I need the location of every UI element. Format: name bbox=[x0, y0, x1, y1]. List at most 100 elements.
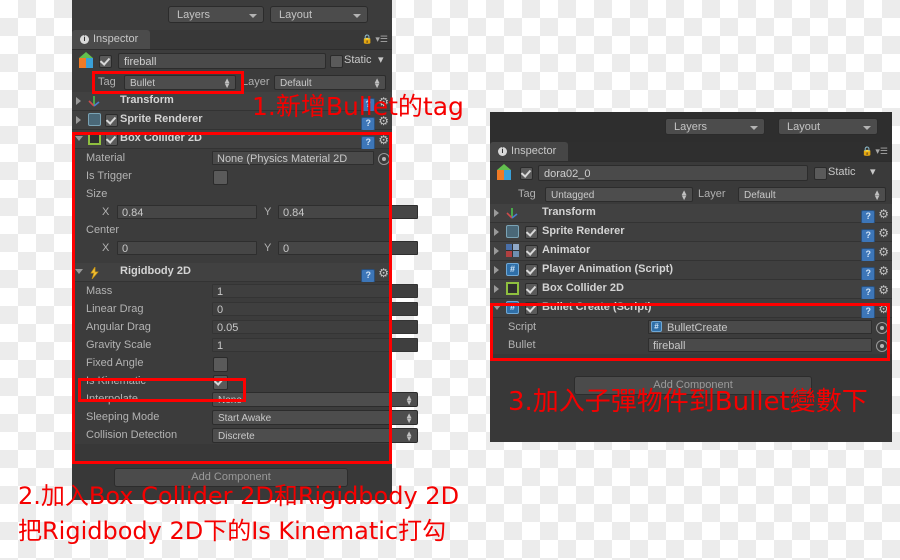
right-object-name-field[interactable]: dora02_0 bbox=[538, 165, 808, 181]
help-icon[interactable]: ? bbox=[861, 248, 876, 262]
box-collider-enabled-checkbox[interactable] bbox=[525, 283, 538, 296]
size-y-field[interactable]: 0.84 bbox=[278, 205, 418, 219]
chevron-down-icon[interactable]: ▾ bbox=[870, 165, 876, 178]
sprite-renderer-enabled-checkbox[interactable] bbox=[105, 114, 118, 127]
script-icon: # bbox=[651, 321, 662, 332]
object-picker-icon[interactable] bbox=[876, 322, 888, 334]
help-icon[interactable]: ? bbox=[361, 136, 376, 150]
center-x-field[interactable]: 0 bbox=[117, 241, 257, 255]
component-icons[interactable]: ? ⚙ bbox=[361, 132, 389, 150]
transform-axis-icon bbox=[88, 94, 101, 107]
component-icons[interactable]: ? ⚙ bbox=[861, 263, 889, 281]
updown-icon: ▲ ▼ bbox=[223, 76, 231, 90]
component-icons[interactable]: ? ⚙ bbox=[861, 206, 889, 224]
foldout-arrow-icon[interactable] bbox=[76, 116, 81, 124]
help-icon[interactable]: ? bbox=[861, 210, 876, 224]
foldout-arrow-icon[interactable] bbox=[493, 305, 501, 310]
object-picker-icon[interactable] bbox=[378, 153, 390, 165]
component-header-sprite-renderer[interactable]: Sprite Renderer ? ⚙ bbox=[490, 223, 892, 243]
component-header-bullet-create-script[interactable]: # Bullet Create (Script) ? ⚙ bbox=[490, 299, 892, 319]
interpolate-dropdown[interactable]: None ▲ ▼ bbox=[212, 392, 418, 407]
is-trigger-checkbox[interactable] bbox=[213, 170, 228, 185]
mass-field[interactable]: 1 bbox=[212, 284, 418, 298]
gear-icon[interactable]: ⚙ bbox=[878, 227, 889, 239]
gear-icon[interactable]: ⚙ bbox=[878, 303, 889, 315]
left-layout-dropdown[interactable]: Layout bbox=[270, 6, 368, 23]
chevron-down-icon[interactable]: ▾ bbox=[378, 53, 384, 66]
fixed-angle-checkbox[interactable] bbox=[213, 357, 228, 372]
gear-icon[interactable]: ⚙ bbox=[878, 208, 889, 220]
left-layers-dropdown[interactable]: Layers bbox=[168, 6, 264, 23]
prop-label: Mass bbox=[86, 285, 113, 297]
left-tag-dropdown[interactable]: Bullet ▲ ▼ bbox=[124, 75, 236, 90]
right-toolbar: Layers Layout bbox=[490, 112, 892, 142]
right-layer-dropdown[interactable]: Default ▲ ▼ bbox=[738, 187, 886, 202]
foldout-arrow-icon[interactable] bbox=[76, 97, 81, 105]
sprite-renderer-icon bbox=[88, 113, 101, 126]
tab-inspector[interactable]: i Inspector bbox=[490, 142, 569, 161]
collision-detection-dropdown[interactable]: Discrete ▲ ▼ bbox=[212, 428, 418, 443]
is-kinematic-checkbox[interactable] bbox=[213, 375, 228, 390]
gear-icon[interactable]: ⚙ bbox=[878, 284, 889, 296]
gear-icon[interactable]: ⚙ bbox=[878, 265, 889, 277]
prop-row-collision-detection: Collision Detection Discrete ▲ ▼ bbox=[72, 426, 418, 444]
gear-icon[interactable]: ⚙ bbox=[378, 134, 389, 146]
help-icon[interactable]: ? bbox=[861, 286, 876, 300]
component-name-label: Player Animation (Script) bbox=[542, 263, 674, 275]
component-name-label: Transform bbox=[120, 94, 174, 106]
foldout-arrow-icon[interactable] bbox=[494, 285, 499, 293]
sleeping-mode-dropdown[interactable]: Start Awake ▲ ▼ bbox=[212, 410, 418, 425]
component-header-animator[interactable]: Animator ? ⚙ bbox=[490, 242, 892, 262]
left-lock-menu[interactable]: 🔒 ▾☰ bbox=[362, 34, 388, 45]
animator-enabled-checkbox[interactable] bbox=[525, 245, 538, 258]
right-static-checkbox[interactable] bbox=[814, 167, 827, 180]
size-x-field[interactable]: 0.84 bbox=[117, 205, 257, 219]
material-object-field[interactable]: None (Physics Material 2D bbox=[212, 151, 374, 165]
foldout-arrow-icon[interactable] bbox=[75, 136, 83, 141]
script-object-field[interactable]: BulletCreate bbox=[648, 320, 872, 334]
angular-drag-field[interactable]: 0.05 bbox=[212, 320, 418, 334]
left-object-name-row: fireball Static ▾ bbox=[72, 50, 392, 73]
component-header-transform[interactable]: Transform ? ⚙ bbox=[490, 204, 892, 224]
right-layout-dropdown[interactable]: Layout bbox=[778, 118, 878, 135]
component-icons[interactable]: ? ⚙ bbox=[861, 282, 889, 300]
component-icons[interactable]: ? ⚙ bbox=[861, 225, 889, 243]
gear-icon[interactable]: ⚙ bbox=[878, 246, 889, 258]
help-icon[interactable]: ? bbox=[861, 305, 876, 319]
object-picker-icon[interactable] bbox=[876, 340, 888, 352]
help-icon[interactable]: ? bbox=[861, 229, 876, 243]
gear-icon[interactable]: ⚙ bbox=[378, 267, 389, 279]
foldout-arrow-icon[interactable] bbox=[75, 269, 83, 274]
left-object-enabled-checkbox[interactable] bbox=[99, 55, 112, 68]
right-layers-dropdown[interactable]: Layers bbox=[665, 118, 765, 135]
left-static-checkbox[interactable] bbox=[330, 55, 343, 68]
component-icons[interactable]: ? ⚙ bbox=[361, 265, 389, 283]
component-header-box-collider-2d[interactable]: Box Collider 2D ? ⚙ bbox=[72, 130, 392, 150]
linear-drag-field[interactable]: 0 bbox=[212, 302, 418, 316]
component-header-rigidbody-2d[interactable]: Rigidbody 2D ? ⚙ bbox=[72, 263, 392, 283]
right-tag-dropdown[interactable]: Untagged ▲ ▼ bbox=[545, 187, 693, 202]
help-icon[interactable]: ? bbox=[861, 267, 876, 281]
help-icon[interactable]: ? bbox=[361, 269, 376, 283]
right-lock-menu[interactable]: 🔒 ▾☰ bbox=[862, 146, 888, 157]
bullet-object-field[interactable]: fireball bbox=[648, 338, 872, 352]
player-animation-enabled-checkbox[interactable] bbox=[525, 264, 538, 277]
gravity-scale-field[interactable]: 1 bbox=[212, 338, 418, 352]
interpolate-value: None bbox=[218, 395, 242, 406]
foldout-arrow-icon[interactable] bbox=[494, 266, 499, 274]
transform-axis-icon bbox=[506, 206, 519, 219]
foldout-arrow-icon[interactable] bbox=[494, 247, 499, 255]
foldout-arrow-icon[interactable] bbox=[494, 209, 499, 217]
left-object-name-field[interactable]: fireball bbox=[118, 53, 326, 69]
component-header-box-collider-2d[interactable]: Box Collider 2D ? ⚙ bbox=[490, 280, 892, 300]
foldout-arrow-icon[interactable] bbox=[494, 228, 499, 236]
center-y-field[interactable]: 0 bbox=[278, 241, 418, 255]
sprite-renderer-enabled-checkbox[interactable] bbox=[525, 226, 538, 239]
component-header-player-animation-script[interactable]: # Player Animation (Script) ? ⚙ bbox=[490, 261, 892, 281]
bullet-create-enabled-checkbox[interactable] bbox=[525, 302, 538, 315]
component-icons[interactable]: ? ⚙ bbox=[861, 244, 889, 262]
box-collider-enabled-checkbox[interactable] bbox=[105, 133, 118, 146]
right-object-enabled-checkbox[interactable] bbox=[520, 167, 533, 180]
tab-inspector[interactable]: i Inspector bbox=[72, 30, 151, 49]
component-icons[interactable]: ? ⚙ bbox=[861, 301, 889, 319]
